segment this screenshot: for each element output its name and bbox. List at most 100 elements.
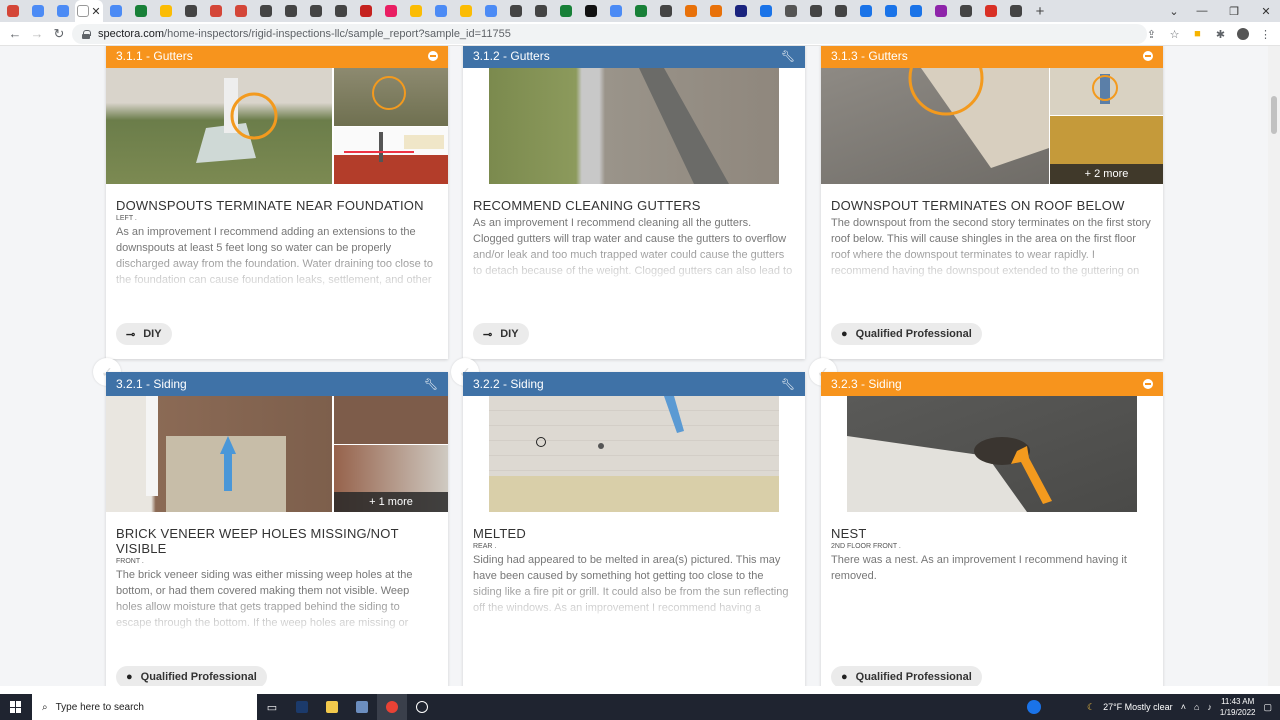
- browser-tab[interactable]: [128, 0, 153, 22]
- new-tab-button[interactable]: +: [1028, 0, 1052, 22]
- browser-tab[interactable]: [378, 0, 403, 22]
- browser-tab[interactable]: [25, 0, 50, 22]
- card-header[interactable]: 3.1.1 - Gutters: [106, 46, 448, 68]
- browser-tab[interactable]: [828, 0, 853, 22]
- wrench-icon[interactable]: 🔧︎: [781, 378, 795, 391]
- photo-thumb[interactable]: [334, 68, 448, 126]
- browser-tab[interactable]: [353, 0, 378, 22]
- browser-tab[interactable]: [328, 0, 353, 22]
- browser-tab[interactable]: [1003, 0, 1028, 22]
- browser-tab[interactable]: [403, 0, 428, 22]
- profile-avatar[interactable]: [1237, 28, 1249, 40]
- browser-tab[interactable]: [253, 0, 278, 22]
- photo-gallery[interactable]: [463, 396, 805, 512]
- browser-tab[interactable]: [203, 0, 228, 22]
- card-header[interactable]: 3.1.2 - Gutters 🔧︎: [463, 46, 805, 68]
- wrench-icon[interactable]: 🔧︎: [781, 50, 795, 63]
- browser-tab[interactable]: [528, 0, 553, 22]
- card-header[interactable]: 3.2.1 - Siding 🔧︎: [106, 372, 448, 396]
- wrench-icon[interactable]: 🔧︎: [424, 378, 438, 391]
- maximize-button[interactable]: ❐: [1218, 0, 1250, 22]
- browser-tab[interactable]: ✕: [75, 0, 103, 22]
- weather-icon[interactable]: ☾: [1087, 702, 1095, 713]
- card-header[interactable]: 3.1.3 - Gutters: [821, 46, 1163, 68]
- taskbar-search[interactable]: ⌕ Type here to search: [32, 694, 257, 720]
- photoshop-icon[interactable]: [287, 694, 317, 720]
- browser-tab[interactable]: [803, 0, 828, 22]
- minus-icon[interactable]: [1143, 379, 1153, 389]
- browser-tab[interactable]: [728, 0, 753, 22]
- photo-main[interactable]: [489, 396, 779, 512]
- volume-icon[interactable]: ♪: [1207, 702, 1212, 712]
- clock-app-icon[interactable]: [407, 694, 437, 720]
- photo-gallery[interactable]: [463, 68, 805, 184]
- page-scrollbar[interactable]: [1268, 46, 1280, 686]
- chrome-icon[interactable]: [377, 694, 407, 720]
- card-header[interactable]: 3.2.3 - Siding: [821, 372, 1163, 396]
- share-icon[interactable]: ⇪: [1145, 28, 1158, 41]
- close-tab-icon[interactable]: ✕: [91, 5, 100, 18]
- browser-tab[interactable]: [228, 0, 253, 22]
- photo-thumb[interactable]: + 2 more: [1050, 116, 1163, 184]
- notification-icon[interactable]: ▢: [1263, 702, 1272, 713]
- photo-main[interactable]: [106, 396, 332, 512]
- forward-icon[interactable]: →: [26, 23, 48, 45]
- browser-tab[interactable]: [903, 0, 928, 22]
- browser-tab[interactable]: [103, 0, 128, 22]
- browser-tab[interactable]: [953, 0, 978, 22]
- network-icon[interactable]: ⌂: [1194, 702, 1199, 712]
- browser-tab[interactable]: [853, 0, 878, 22]
- photo-thumb[interactable]: [1050, 68, 1163, 115]
- browser-tab[interactable]: [878, 0, 903, 22]
- start-button[interactable]: [0, 694, 32, 720]
- close-window-button[interactable]: ✕: [1250, 0, 1280, 22]
- photo-main[interactable]: [847, 396, 1137, 512]
- browser-tab[interactable]: [778, 0, 803, 22]
- photo-gallery[interactable]: + 1 more: [106, 396, 448, 512]
- menu-icon[interactable]: ⋮: [1259, 28, 1272, 41]
- browser-tab[interactable]: [503, 0, 528, 22]
- photo-gallery[interactable]: + 2 more: [821, 68, 1163, 184]
- browser-tab[interactable]: [478, 0, 503, 22]
- more-photos-label[interactable]: + 1 more: [334, 492, 448, 512]
- photo-thumb[interactable]: + 1 more: [334, 445, 448, 512]
- minus-icon[interactable]: [428, 51, 438, 61]
- weather-label[interactable]: 27°F Mostly clear: [1103, 702, 1173, 712]
- task-view-icon[interactable]: ▭: [257, 694, 287, 720]
- photo-gallery[interactable]: [106, 68, 448, 184]
- browser-tab[interactable]: [178, 0, 203, 22]
- card-header[interactable]: 3.2.2 - Siding 🔧︎: [463, 372, 805, 396]
- extension-icon[interactable]: ■: [1191, 28, 1204, 41]
- reload-icon[interactable]: ↻: [48, 23, 70, 45]
- browser-tab[interactable]: [303, 0, 328, 22]
- browser-tab[interactable]: [578, 0, 603, 22]
- chevron-up-icon[interactable]: ˄: [1181, 702, 1186, 712]
- photo-main[interactable]: [489, 68, 779, 184]
- browser-tab[interactable]: [703, 0, 728, 22]
- clock[interactable]: 11:43 AM 1/19/2022: [1220, 696, 1256, 718]
- browser-tab[interactable]: [753, 0, 778, 22]
- photo-main[interactable]: [821, 68, 1049, 184]
- minimize-button[interactable]: —: [1186, 0, 1218, 22]
- browser-tab[interactable]: [603, 0, 628, 22]
- browser-tab[interactable]: [0, 0, 25, 22]
- calculator-icon[interactable]: [347, 694, 377, 720]
- photo-thumb[interactable]: [334, 396, 448, 444]
- address-bar[interactable]: spectora.com/home-inspectors/rigid-inspe…: [72, 24, 1147, 44]
- more-photos-label[interactable]: + 2 more: [1050, 164, 1163, 184]
- browser-tab[interactable]: [978, 0, 1003, 22]
- puzzle-icon[interactable]: ✱: [1214, 28, 1227, 41]
- photo-gallery[interactable]: [821, 396, 1163, 512]
- browser-tab[interactable]: [278, 0, 303, 22]
- browser-tab[interactable]: [50, 0, 75, 22]
- browser-tab[interactable]: [928, 0, 953, 22]
- help-icon[interactable]: [1026, 700, 1041, 714]
- file-explorer-icon[interactable]: [317, 694, 347, 720]
- diagram-thumb[interactable]: [334, 127, 448, 184]
- browser-tab[interactable]: [678, 0, 703, 22]
- back-icon[interactable]: ←: [4, 23, 26, 45]
- browser-tab[interactable]: [428, 0, 453, 22]
- browser-tab[interactable]: [628, 0, 653, 22]
- browser-tab[interactable]: [153, 0, 178, 22]
- minus-icon[interactable]: [1143, 51, 1153, 61]
